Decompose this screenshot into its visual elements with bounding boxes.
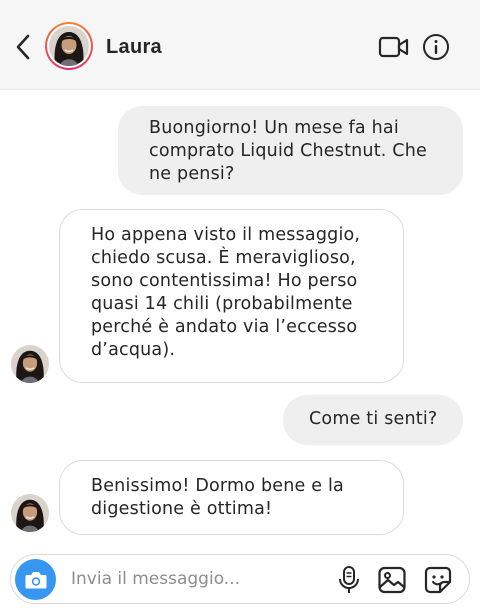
gallery-icon[interactable] xyxy=(377,565,407,595)
message-text-line: Ho appena visto il messaggio, xyxy=(91,225,361,245)
message-text-line: ne pensi? xyxy=(149,164,235,184)
avatar-image xyxy=(11,494,49,532)
info-icon[interactable] xyxy=(422,33,450,61)
chat-header: Laura xyxy=(0,0,480,90)
message-text-line: quasi 14 chili (probabilmente xyxy=(91,294,353,314)
camera-button[interactable] xyxy=(15,559,56,600)
message-composer: Invia il messaggio... xyxy=(10,554,470,604)
camera-icon xyxy=(25,571,46,588)
avatar-image xyxy=(49,26,89,66)
sticker-icon[interactable] xyxy=(423,565,453,595)
sender-avatar[interactable] xyxy=(11,494,49,532)
message-text-line: sono contentissima! Ho perso xyxy=(91,271,358,291)
contact-avatar[interactable] xyxy=(45,22,93,70)
message-text-line: digestione è ottima! xyxy=(91,499,273,519)
message-text-line: Come ti senti? xyxy=(309,409,438,429)
avatar-image xyxy=(11,345,49,383)
message-bubble-incoming[interactable]: Benissimo! Dormo bene e la digestione è … xyxy=(59,460,404,535)
message-bubble-outgoing[interactable]: Come ti senti? xyxy=(283,395,463,445)
message-text-line: comprato Liquid Chestnut. Che xyxy=(149,141,427,161)
message-text-line: chiedo scusa. È meraviglioso, xyxy=(91,248,356,268)
video-camera-icon[interactable] xyxy=(378,33,410,61)
message-input[interactable]: Invia il messaggio... xyxy=(71,569,240,589)
contact-name[interactable]: Laura xyxy=(106,36,162,59)
microphone-icon[interactable] xyxy=(337,565,361,595)
message-text-line: Buongiorno! Un mese fa hai xyxy=(149,118,399,138)
sender-avatar[interactable] xyxy=(11,345,49,383)
message-text-line: perché è andato via l’eccesso xyxy=(91,317,358,337)
message-bubble-incoming[interactable]: Ho appena visto il messaggio, chiedo scu… xyxy=(59,209,404,383)
message-text-line: d’acqua). xyxy=(91,340,176,360)
message-text-line: Benissimo! Dormo bene e la xyxy=(91,476,344,496)
chevron-left-icon[interactable] xyxy=(12,33,36,61)
message-bubble-outgoing[interactable]: Buongiorno! Un mese fa hai comprato Liqu… xyxy=(118,106,463,195)
